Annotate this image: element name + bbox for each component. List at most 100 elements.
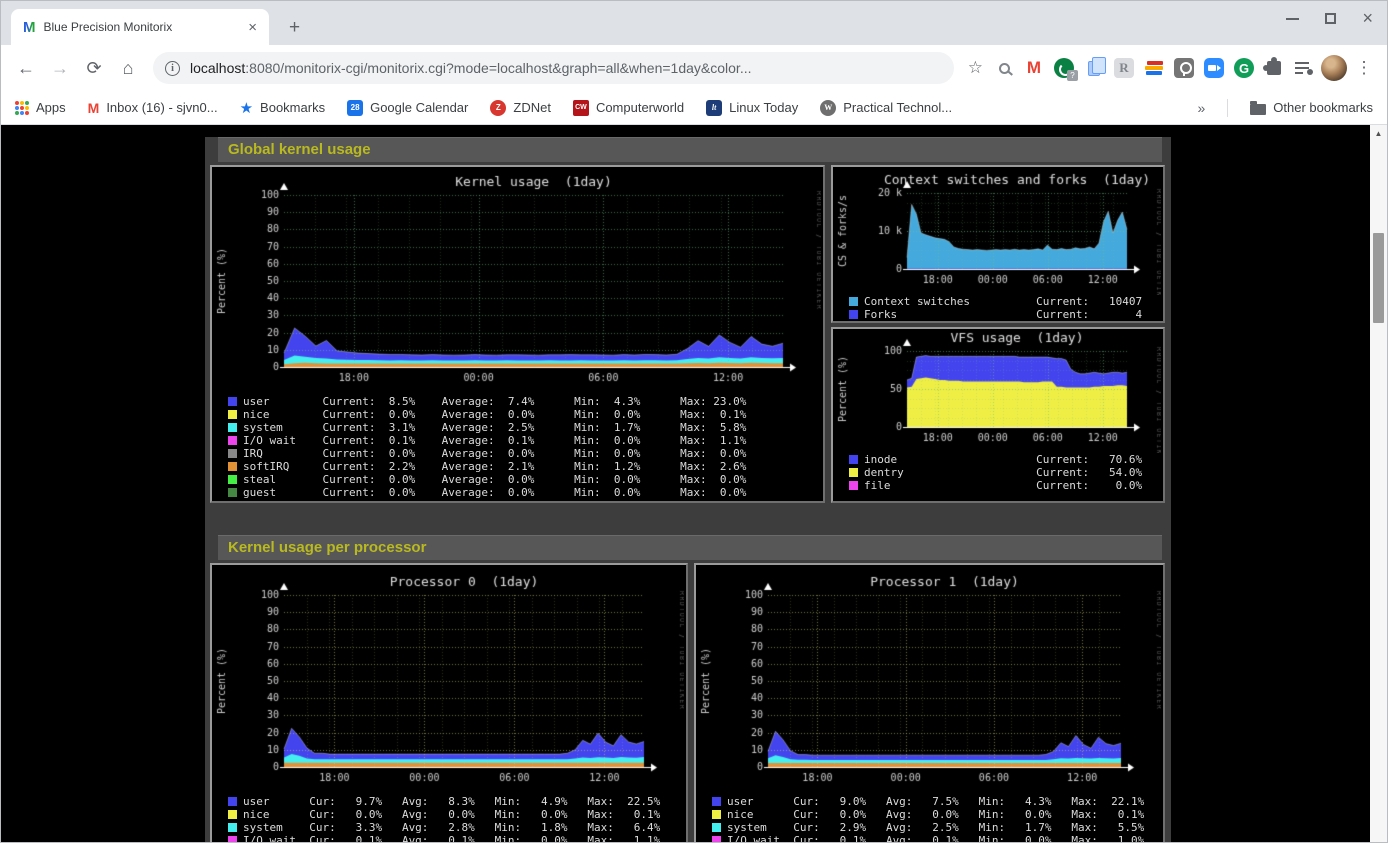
reload-button[interactable]: ⟳ [79,53,109,83]
bookmark-computerworld[interactable]: CW Computerworld [573,100,684,116]
page-viewport: Global kernel usage user Current: 8.5% A… [1,125,1387,842]
site-info-icon[interactable]: i [165,61,180,76]
context-switches-canvas[interactable] [835,169,1161,295]
legend-row: system Cur: 3.3% Avg: 2.8% Min: 1.8% Max… [228,821,684,834]
legend-swatch [712,823,721,832]
vfs-usage-graph[interactable]: inode Current: 70.6%dentry Current: 54.0… [831,327,1165,503]
legend-text: I/O wait Cur: 0.1% Avg: 0.1% Min: 0.0% M… [727,834,1144,842]
legend-row: Forks Current: 4 [849,308,1161,321]
page-scrollbar[interactable]: ▲ [1370,125,1387,842]
bookmark-google-calendar[interactable]: 28 Google Calendar [347,100,468,116]
copy-pages-icon[interactable] [1081,55,1107,81]
home-button[interactable]: ⌂ [113,53,143,83]
scrollbar-thumb[interactable] [1373,233,1384,323]
menu-dots-icon[interactable]: ⋮ [1351,55,1377,81]
legend-text: softIRQ Current: 2.2% Average: 2.1% Min:… [243,460,746,473]
kernel-usage-canvas[interactable] [214,169,821,395]
bookmark-inbox[interactable]: M Inbox (16) - sjvn0... [88,100,218,116]
bookmarks-overflow-chevron[interactable]: » [1198,100,1206,116]
kernel-usage-legend: user Current: 8.5% Average: 7.4% Min: 4.… [214,395,821,499]
legend-swatch [712,810,721,819]
copy-glyph [1088,61,1100,76]
legend-swatch [849,481,858,490]
legend-swatch [228,475,237,484]
legend-row: file Current: 0.0% [849,479,1161,492]
legend-swatch [228,836,237,842]
forward-button[interactable]: → [45,53,75,83]
window-close-icon[interactable]: × [1362,13,1373,24]
maximize-icon[interactable] [1325,13,1336,24]
extensions-puzzle-icon[interactable] [1261,55,1287,81]
processor0-graph[interactable]: user Cur: 9.7% Avg: 8.3% Min: 4.9% Max: … [210,563,688,842]
avatar-image [1321,55,1347,81]
back-button[interactable]: ← [11,53,41,83]
scrollbar-up-icon[interactable]: ▲ [1370,125,1387,141]
bookmark-label: Computerworld [596,100,684,115]
legend-text: nice Cur: 0.0% Avg: 0.0% Min: 0.0% Max: … [727,808,1144,821]
browser-tab[interactable]: M Blue Precision Monitorix × [11,9,269,45]
reader-icon[interactable]: R [1111,55,1137,81]
processor1-graph[interactable]: user Cur: 9.0% Avg: 7.5% Min: 4.3% Max: … [694,563,1165,842]
linux-today-icon: lt [706,100,722,116]
bookmark-apps[interactable]: Apps [15,100,66,115]
r-glyph: R [1114,58,1134,78]
hangouts-icon[interactable] [1051,55,1077,81]
playlist-glyph [1295,60,1313,76]
gmail-icon: M [88,100,100,116]
legend-swatch [228,462,237,471]
new-tab-button[interactable]: + [281,17,308,39]
legend-text: guest Current: 0.0% Average: 0.0% Min: 0… [243,486,746,499]
video-camera-icon[interactable] [1201,55,1227,81]
minimize-icon[interactable] [1286,18,1299,20]
legend-row: guest Current: 0.0% Average: 0.0% Min: 0… [228,486,821,499]
lamp-glyph [1174,58,1194,78]
bookmarks-divider [1227,99,1228,117]
bookmarks-bar: Apps M Inbox (16) - sjvn0... ★ Bookmarks… [1,91,1387,125]
kernel-usage-graph[interactable]: user Current: 8.5% Average: 7.4% Min: 4.… [210,165,825,503]
processor1-canvas[interactable] [698,567,1161,795]
camera-glyph [1204,58,1224,78]
url-text[interactable]: localhost:8080/monitorix-cgi/monitorix.c… [190,60,752,76]
legend-row: system Current: 3.1% Average: 2.5% Min: … [228,421,821,434]
books-icon[interactable] [1141,55,1167,81]
bookmark-linux-today[interactable]: lt Linux Today [706,100,798,116]
legend-row: I/O wait Current: 0.1% Average: 0.1% Min… [228,434,821,447]
legend-row: dentry Current: 54.0% [849,466,1161,479]
context-switches-graph[interactable]: Context switches Current: 10407Forks Cur… [831,165,1165,323]
legend-swatch [228,810,237,819]
vfs-usage-canvas[interactable] [835,331,1161,453]
legend-text: dentry Current: 54.0% [864,466,1142,479]
bookmark-star-icon[interactable]: ☆ [964,58,987,78]
legend-swatch [849,297,858,306]
profile-avatar[interactable] [1321,55,1347,81]
legend-row: Context switches Current: 10407 [849,295,1161,308]
legend-row: user Cur: 9.0% Avg: 7.5% Min: 4.3% Max: … [712,795,1161,808]
legend-swatch [228,436,237,445]
assistant-icon[interactable] [1171,55,1197,81]
search-icon[interactable] [991,55,1017,81]
global-kernel-row: user Current: 8.5% Average: 7.4% Min: 4.… [210,165,1171,503]
bookmark-zdnet[interactable]: Z ZDNet [490,100,551,116]
grammarly-icon[interactable]: G [1231,55,1257,81]
playlist-icon[interactable] [1291,55,1317,81]
legend-row: user Current: 8.5% Average: 7.4% Min: 4.… [228,395,821,408]
processor0-canvas[interactable] [214,567,684,795]
address-bar[interactable]: i localhost:8080/monitorix-cgi/monitorix… [153,52,954,84]
context-switches-legend: Context switches Current: 10407Forks Cur… [835,295,1161,321]
section-title-global-kernel: Global kernel usage [218,137,1162,162]
star-icon: ★ [240,99,253,117]
legend-row: I/O wait Cur: 0.1% Avg: 0.1% Min: 0.0% M… [712,834,1161,842]
legend-text: IRQ Current: 0.0% Average: 0.0% Min: 0.0… [243,447,746,460]
legend-row: nice Current: 0.0% Average: 0.0% Min: 0.… [228,408,821,421]
legend-row: system Cur: 2.9% Avg: 2.5% Min: 1.7% Max… [712,821,1161,834]
tab-strip: M Blue Precision Monitorix × + × [1,1,1387,45]
legend-text: user Cur: 9.7% Avg: 8.3% Min: 4.9% Max: … [243,795,660,808]
legend-swatch [228,797,237,806]
bookmark-bookmarks[interactable]: ★ Bookmarks [240,99,325,117]
legend-swatch [228,488,237,497]
legend-text: system Current: 3.1% Average: 2.5% Min: … [243,421,746,434]
gmail-icon[interactable]: M [1021,55,1047,81]
tab-close-icon[interactable]: × [244,19,261,36]
bookmark-practical-technology[interactable]: W Practical Technol... [820,100,952,116]
other-bookmarks[interactable]: Other bookmarks [1250,100,1373,115]
